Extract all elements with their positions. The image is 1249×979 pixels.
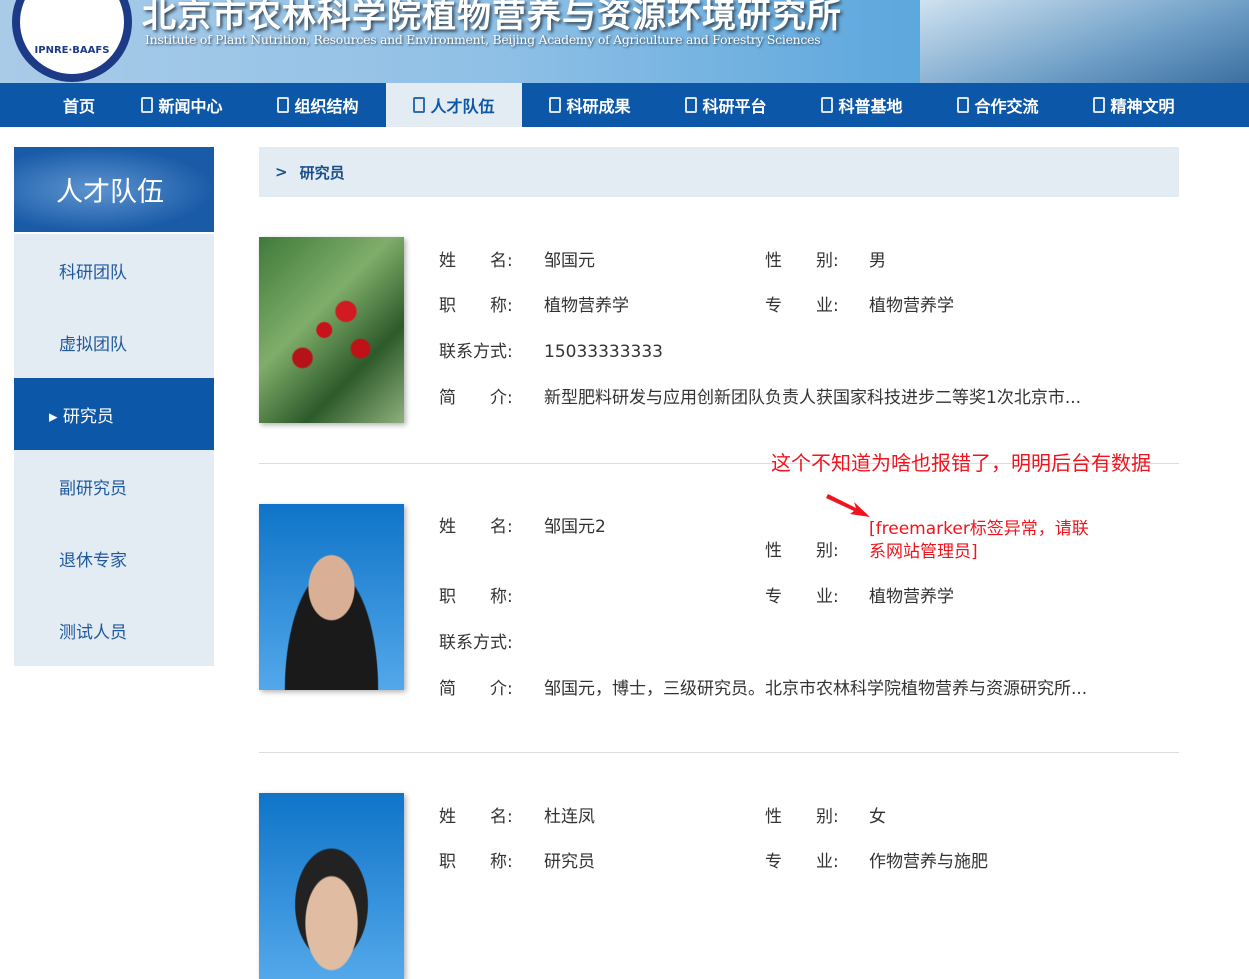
sidebar-item-research-team[interactable]: 科研团队 xyxy=(14,234,214,306)
site-subtitle: Institute of Plant Nutrition, Resources … xyxy=(145,32,821,47)
nav-talent[interactable]: 人才队伍 xyxy=(386,83,522,127)
document-icon xyxy=(1093,97,1106,113)
annotation-note: 这个不知道为啥也报错了，明明后台有数据 xyxy=(771,451,1151,475)
nav-cooperation[interactable]: 合作交流 xyxy=(930,83,1066,127)
sidebar: 人才队伍 科研团队 虚拟团队 ▸ 研究员 副研究员 退休专家 测试人员 xyxy=(14,147,214,666)
person-major: 植物营养学 xyxy=(869,587,954,607)
person-intro[interactable]: 邹国元，博士，三级研究员。北京市农林科学院植物营养与资源研究所... xyxy=(544,679,1087,699)
sidebar-item-virtual-team[interactable]: 虚拟团队 xyxy=(14,306,214,378)
document-icon xyxy=(413,97,426,113)
header-banner: IPNRE·BAAFS 北京市农林科学院植物营养与资源环境研究所 Institu… xyxy=(0,0,1249,83)
breadcrumb-current[interactable]: 研究员 xyxy=(300,162,345,183)
person-name[interactable]: 邹国元2 xyxy=(544,517,606,537)
divider xyxy=(259,752,1179,753)
banner-image xyxy=(920,0,1249,83)
nav-achievements[interactable]: 科研成果 xyxy=(522,83,658,127)
sidebar-item-retired-experts[interactable]: 退休专家 xyxy=(14,522,214,594)
freemarker-error: [freemarker标签异常，请联 系网站管理员] xyxy=(869,519,1089,562)
document-icon xyxy=(957,97,970,113)
person-name[interactable]: 邹国元 xyxy=(544,251,595,271)
document-icon xyxy=(549,97,562,113)
person-intro[interactable]: 新型肥料研发与应用创新团队负责人获国家科技进步二等奖1次北京市... xyxy=(544,388,1081,408)
person-gender: 男 xyxy=(869,251,886,271)
nav-home[interactable]: 首页 xyxy=(44,83,114,127)
breadcrumb: > 研究员 xyxy=(259,147,1179,197)
document-icon xyxy=(141,97,154,113)
sidebar-title: 人才队伍 xyxy=(14,147,214,232)
document-icon xyxy=(821,97,834,113)
person-contact: 15033333333 xyxy=(544,342,663,362)
document-icon xyxy=(277,97,290,113)
document-icon xyxy=(685,97,698,113)
person-photo[interactable] xyxy=(259,237,404,423)
sidebar-item-researcher[interactable]: ▸ 研究员 xyxy=(14,378,214,450)
main-nav: 首页 新闻中心 组织结构 人才队伍 科研成果 科研平台 科普基地 合作交流 精神… xyxy=(0,83,1249,127)
nav-science-base[interactable]: 科普基地 xyxy=(794,83,930,127)
person-photo[interactable] xyxy=(259,793,404,979)
institute-logo[interactable]: IPNRE·BAAFS xyxy=(12,0,132,82)
person-title: 植物营养学 xyxy=(544,296,629,316)
nav-organization[interactable]: 组织结构 xyxy=(250,83,386,127)
nav-news[interactable]: 新闻中心 xyxy=(114,83,250,127)
nav-platform[interactable]: 科研平台 xyxy=(658,83,794,127)
person-photo[interactable] xyxy=(259,504,404,690)
person-gender: 女 xyxy=(869,807,886,827)
sidebar-item-test-staff[interactable]: 测试人员 xyxy=(14,594,214,666)
arrow-icon xyxy=(826,494,870,517)
person-major: 植物营养学 xyxy=(869,296,954,316)
person-title: 研究员 xyxy=(544,852,595,872)
sidebar-item-associate-researcher[interactable]: 副研究员 xyxy=(14,450,214,522)
person-major: 作物营养与施肥 xyxy=(869,852,988,872)
nav-culture[interactable]: 精神文明 xyxy=(1066,83,1202,127)
person-name[interactable]: 杜连凤 xyxy=(544,807,595,827)
